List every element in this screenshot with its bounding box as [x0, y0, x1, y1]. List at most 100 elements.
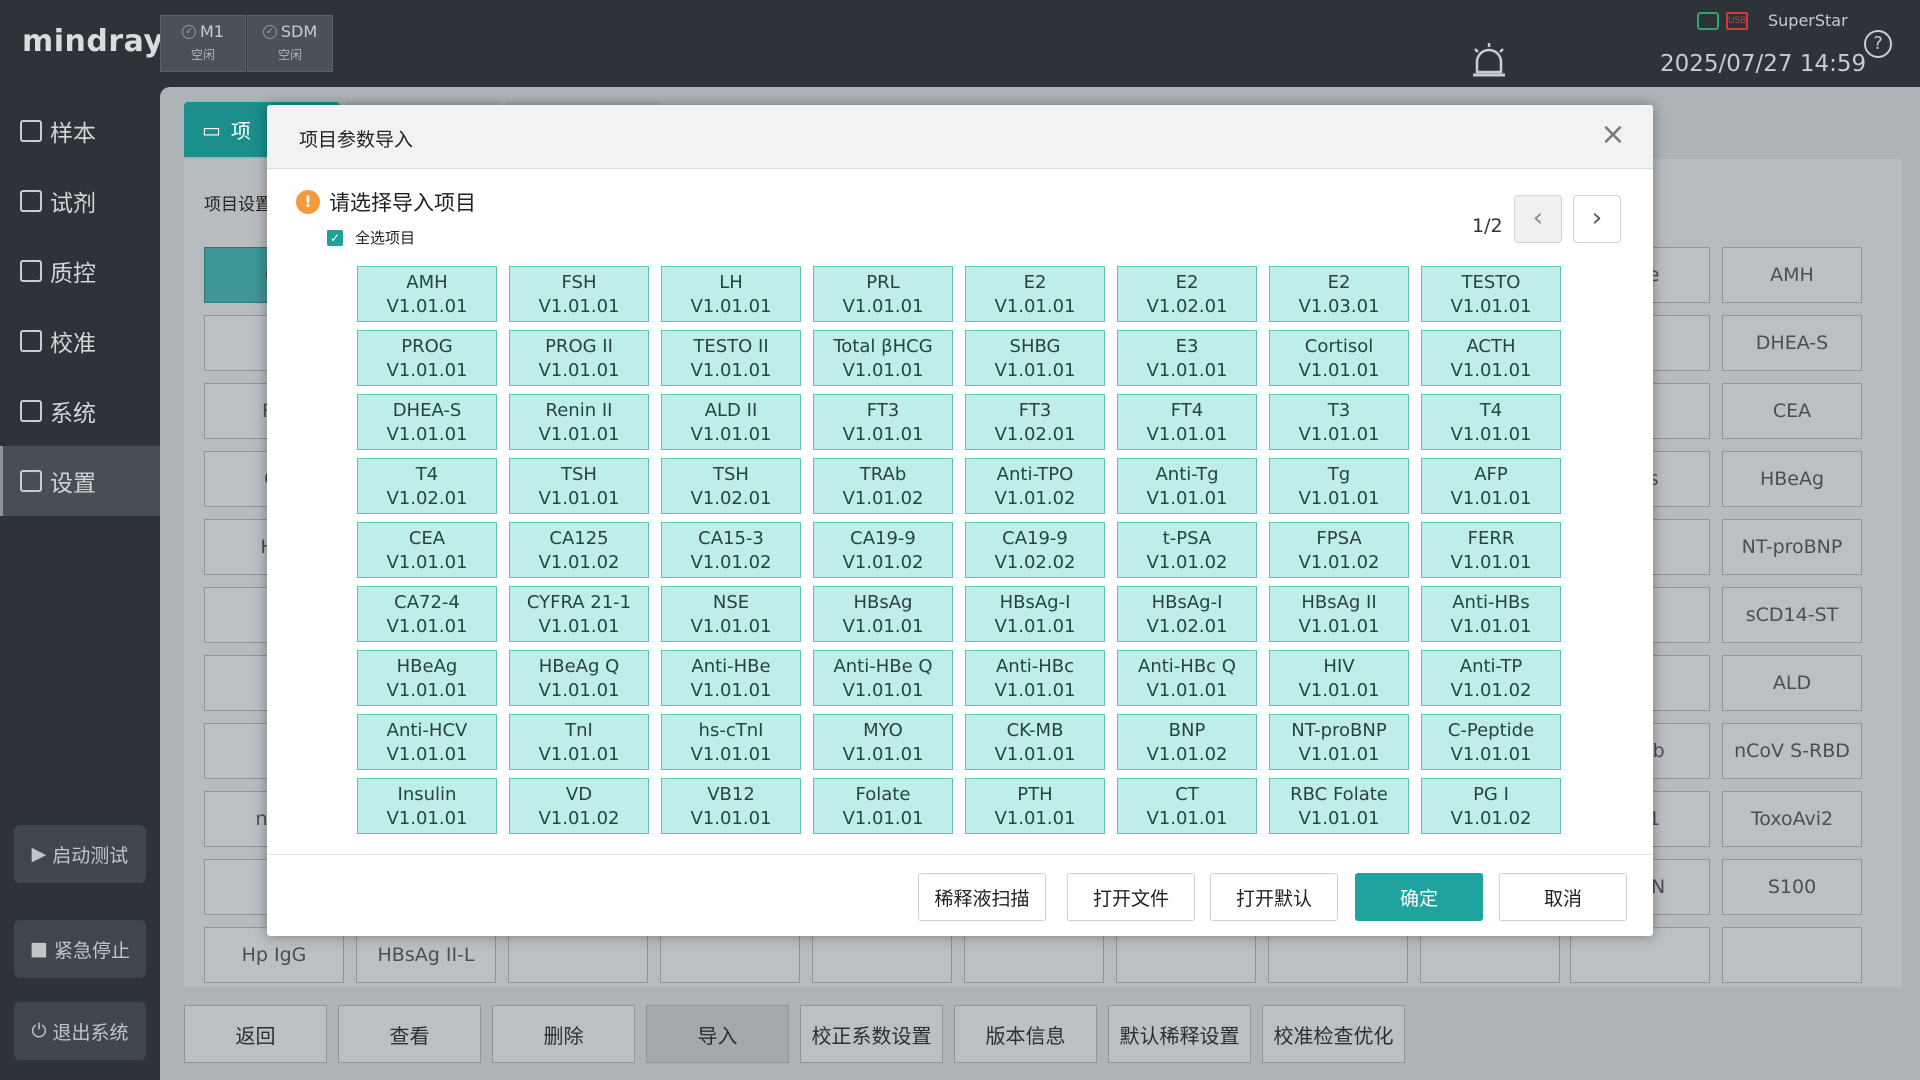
- open-default-button[interactable]: 打开默认: [1210, 873, 1338, 921]
- import-item[interactable]: DHEA-S V1.01.01: [357, 394, 497, 450]
- import-item[interactable]: Insulin V1.01.01: [357, 778, 497, 834]
- item-name: C-Peptide: [1447, 720, 1535, 741]
- import-item[interactable]: TSH V1.01.01: [509, 458, 649, 514]
- item-version: V1.01.01: [842, 680, 924, 701]
- select-all-control[interactable]: ✓ 全选项目: [327, 227, 415, 248]
- import-item[interactable]: Renin II V1.01.01: [509, 394, 649, 450]
- import-item[interactable]: CA72-4 V1.01.01: [357, 586, 497, 642]
- import-item[interactable]: VD V1.01.02: [509, 778, 649, 834]
- dialog-header: 项目参数导入 ×: [267, 105, 1653, 169]
- confirm-button[interactable]: 确定: [1355, 873, 1483, 921]
- import-item[interactable]: E2 V1.03.01: [1269, 266, 1409, 322]
- import-item[interactable]: CEA V1.01.01: [357, 522, 497, 578]
- import-item[interactable]: TESTO II V1.01.01: [661, 330, 801, 386]
- import-item[interactable]: FERR V1.01.01: [1421, 522, 1561, 578]
- import-item[interactable]: MYO V1.01.01: [813, 714, 953, 770]
- import-item[interactable]: PG I V1.01.02: [1421, 778, 1561, 834]
- import-item[interactable]: Anti-HBe V1.01.01: [661, 650, 801, 706]
- import-item[interactable]: HBsAg-I V1.01.01: [965, 586, 1105, 642]
- item-name: t-PSA: [1162, 528, 1212, 549]
- chevron-left-icon: ‹: [1532, 203, 1544, 233]
- import-item[interactable]: PTH V1.01.01: [965, 778, 1105, 834]
- import-item[interactable]: CK-MB V1.01.01: [965, 714, 1105, 770]
- cancel-button[interactable]: 取消: [1499, 873, 1627, 921]
- open-file-button[interactable]: 打开文件: [1067, 873, 1195, 921]
- import-item[interactable]: FT4 V1.01.01: [1117, 394, 1257, 450]
- import-item[interactable]: Tg V1.01.01: [1269, 458, 1409, 514]
- import-item[interactable]: Total βHCG V1.01.01: [813, 330, 953, 386]
- import-item[interactable]: CA125 V1.01.02: [509, 522, 649, 578]
- import-item[interactable]: AMH V1.01.01: [357, 266, 497, 322]
- item-version: V1.01.01: [1146, 808, 1228, 829]
- import-item[interactable]: CA19-9 V1.02.02: [965, 522, 1105, 578]
- import-item[interactable]: HBeAg Q V1.01.01: [509, 650, 649, 706]
- import-item[interactable]: BNP V1.01.02: [1117, 714, 1257, 770]
- import-item[interactable]: HBeAg V1.01.01: [357, 650, 497, 706]
- diluent-scan-button[interactable]: 稀释液扫描: [918, 873, 1046, 921]
- import-item[interactable]: T4 V1.01.01: [1421, 394, 1561, 450]
- import-item[interactable]: Anti-TPO V1.01.02: [965, 458, 1105, 514]
- import-item[interactable]: TnI V1.01.01: [509, 714, 649, 770]
- import-item[interactable]: ACTH V1.01.01: [1421, 330, 1561, 386]
- import-item[interactable]: ALD II V1.01.01: [661, 394, 801, 450]
- import-item[interactable]: RBC Folate V1.01.01: [1269, 778, 1409, 834]
- import-item[interactable]: Folate V1.01.01: [813, 778, 953, 834]
- import-item[interactable]: SHBG V1.01.01: [965, 330, 1105, 386]
- import-item[interactable]: CT V1.01.01: [1117, 778, 1257, 834]
- item-name: HBsAg-I: [999, 592, 1071, 613]
- import-item[interactable]: CA19-9 V1.01.02: [813, 522, 953, 578]
- import-item[interactable]: FPSA V1.01.02: [1269, 522, 1409, 578]
- item-version: V1.01.01: [1450, 360, 1532, 381]
- import-item[interactable]: T3 V1.01.01: [1269, 394, 1409, 450]
- import-item[interactable]: CA15-3 V1.01.02: [661, 522, 801, 578]
- import-item[interactable]: Anti-Tg V1.01.01: [1117, 458, 1257, 514]
- import-item[interactable]: CYFRA 21-1 V1.01.01: [509, 586, 649, 642]
- import-item[interactable]: FT3 V1.02.01: [965, 394, 1105, 450]
- select-all-checkbox[interactable]: ✓: [327, 229, 343, 246]
- import-item[interactable]: t-PSA V1.01.02: [1117, 522, 1257, 578]
- item-version: V1.01.01: [538, 360, 620, 381]
- import-item[interactable]: TRAb V1.01.02: [813, 458, 953, 514]
- prev-page-button[interactable]: ‹: [1514, 195, 1562, 243]
- import-item[interactable]: HIV V1.01.01: [1269, 650, 1409, 706]
- import-item[interactable]: Anti-TP V1.01.02: [1421, 650, 1561, 706]
- import-item[interactable]: FT3 V1.01.01: [813, 394, 953, 450]
- item-name: FERR: [1467, 528, 1515, 549]
- item-version: V1.01.01: [1146, 424, 1228, 445]
- import-item[interactable]: Anti-HBe Q V1.01.01: [813, 650, 953, 706]
- import-item[interactable]: C-Peptide V1.01.01: [1421, 714, 1561, 770]
- item-name: Anti-HCV: [386, 720, 468, 741]
- import-item[interactable]: Anti-HBc Q V1.01.01: [1117, 650, 1257, 706]
- import-item[interactable]: TSH V1.02.01: [661, 458, 801, 514]
- import-item[interactable]: FSH V1.01.01: [509, 266, 649, 322]
- import-item[interactable]: PROG V1.01.01: [357, 330, 497, 386]
- import-item[interactable]: AFP V1.01.01: [1421, 458, 1561, 514]
- import-item[interactable]: Anti-HCV V1.01.01: [357, 714, 497, 770]
- item-name: CT: [1175, 784, 1199, 805]
- import-item[interactable]: Cortisol V1.01.01: [1269, 330, 1409, 386]
- import-item[interactable]: PRL V1.01.01: [813, 266, 953, 322]
- import-item[interactable]: HBsAg II V1.01.01: [1269, 586, 1409, 642]
- import-item[interactable]: PROG II V1.01.01: [509, 330, 649, 386]
- import-item[interactable]: E2 V1.01.01: [965, 266, 1105, 322]
- import-item[interactable]: E2 V1.02.01: [1117, 266, 1257, 322]
- item-version: V1.01.01: [1298, 680, 1380, 701]
- item-version: V1.01.01: [1450, 744, 1532, 765]
- import-item[interactable]: NT-proBNP V1.01.01: [1269, 714, 1409, 770]
- import-item[interactable]: HBsAg V1.01.01: [813, 586, 953, 642]
- item-version: V1.01.01: [1298, 616, 1380, 637]
- import-item[interactable]: TESTO V1.01.01: [1421, 266, 1561, 322]
- item-version: V1.01.01: [842, 744, 924, 765]
- import-item[interactable]: E3 V1.01.01: [1117, 330, 1257, 386]
- next-page-button[interactable]: ›: [1573, 195, 1621, 243]
- import-item[interactable]: T4 V1.02.01: [357, 458, 497, 514]
- import-item[interactable]: HBsAg-I V1.02.01: [1117, 586, 1257, 642]
- import-item[interactable]: hs-cTnI V1.01.01: [661, 714, 801, 770]
- import-item[interactable]: Anti-HBs V1.01.01: [1421, 586, 1561, 642]
- close-icon[interactable]: ×: [1597, 119, 1629, 151]
- import-item[interactable]: LH V1.01.01: [661, 266, 801, 322]
- import-item[interactable]: Anti-HBc V1.01.01: [965, 650, 1105, 706]
- import-item[interactable]: VB12 V1.01.01: [661, 778, 801, 834]
- import-item[interactable]: NSE V1.01.01: [661, 586, 801, 642]
- item-version: V1.01.02: [538, 552, 620, 573]
